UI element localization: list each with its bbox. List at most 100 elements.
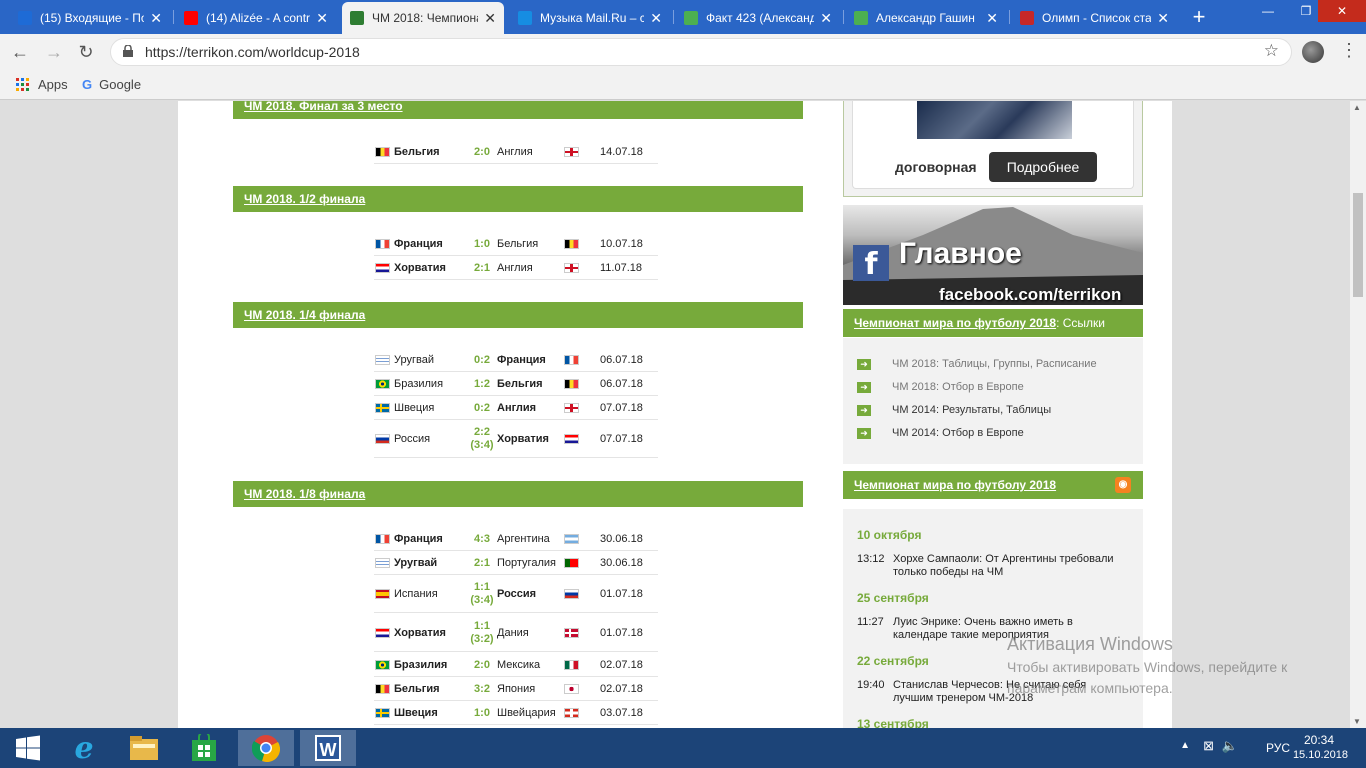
- team-away[interactable]: Россия: [497, 588, 536, 600]
- match-row[interactable]: Франция 4:3 Аргентина 30.06.18: [374, 527, 658, 551]
- match-score[interactable]: 1:0: [462, 238, 502, 251]
- team-away[interactable]: Хорватия: [497, 433, 549, 445]
- sidebar-link[interactable]: ➜ ЧМ 2018: Таблицы, Группы, Расписание: [857, 358, 1097, 370]
- taskbar-store[interactable]: [176, 730, 232, 766]
- section-header[interactable]: ЧМ 2018. 1/4 финала: [233, 302, 803, 328]
- match-score[interactable]: 3:2: [462, 683, 502, 696]
- section-header[interactable]: ЧМ 2018. 1/2 финала: [233, 186, 803, 212]
- volume-icon[interactable]: 🔈: [1222, 738, 1238, 754]
- section-header[interactable]: ЧМ 2018. Финал за 3 место: [233, 101, 803, 119]
- new-tab-button[interactable]: +: [1188, 4, 1210, 30]
- team-away[interactable]: Швейцария: [497, 707, 556, 719]
- match-score[interactable]: 2:1: [462, 557, 502, 570]
- match-score[interactable]: 1:1 (3:2): [462, 620, 502, 646]
- tray-arrow-icon[interactable]: ▲: [1180, 740, 1190, 751]
- match-row[interactable]: Швеция 0:2 Англия 07.07.18: [374, 396, 658, 420]
- tab-3[interactable]: ЧМ 2018: Чемпионат мира ✕: [342, 2, 504, 34]
- match-row[interactable]: Россия 2:2 (3:4) Хорватия 07.07.18: [374, 420, 658, 458]
- match-score[interactable]: 2:2 (3:4): [462, 426, 502, 452]
- match-row[interactable]: Швеция 1:0 Швейцария 03.07.18: [374, 701, 658, 725]
- team-home[interactable]: Бразилия: [394, 659, 447, 671]
- match-score[interactable]: 1:0: [462, 707, 502, 720]
- tab-close-icon[interactable]: ✕: [986, 10, 998, 27]
- forward-button[interactable]: →: [42, 40, 66, 64]
- team-home[interactable]: Бельгия: [394, 683, 440, 695]
- match-row[interactable]: Франция 1:0 Бельгия 10.07.18: [374, 232, 658, 256]
- taskbar-explorer[interactable]: [116, 730, 172, 766]
- match-row[interactable]: Бразилия 2:0 Мексика 02.07.18: [374, 653, 658, 677]
- team-away[interactable]: Франция: [497, 354, 546, 366]
- team-away[interactable]: Бельгия: [497, 378, 543, 390]
- match-row[interactable]: Бразилия 1:2 Бельгия 06.07.18: [374, 372, 658, 396]
- tab-close-icon[interactable]: ✕: [1157, 10, 1169, 27]
- clock-time[interactable]: 20:34: [1304, 733, 1334, 747]
- match-score[interactable]: 2:0: [462, 146, 502, 159]
- match-score[interactable]: 2:1: [462, 262, 502, 275]
- tab-close-icon[interactable]: ✕: [316, 10, 328, 27]
- match-score[interactable]: 4:3: [462, 533, 502, 546]
- team-away[interactable]: Бельгия: [497, 238, 538, 250]
- news-headline[interactable]: Хорхе Сампаоли: От Аргентины требовали т…: [893, 553, 1123, 579]
- match-score[interactable]: 0:2: [462, 354, 502, 367]
- sidebar-link[interactable]: ➜ ЧМ 2018: Отбор в Европе: [857, 381, 1024, 393]
- match-row[interactable]: Хорватия 2:1 Англия 11.07.18: [374, 256, 658, 280]
- language-indicator[interactable]: РУС: [1266, 741, 1290, 755]
- match-score[interactable]: 2:0: [462, 659, 502, 672]
- scrollbar-thumb[interactable]: [1353, 193, 1363, 297]
- match-score[interactable]: 1:2: [462, 378, 502, 391]
- team-away[interactable]: Англия: [497, 262, 533, 274]
- scroll-down-icon[interactable]: ▼: [1353, 717, 1361, 726]
- address-bar[interactable]: https://terrikon.com/worldcup-2018 ☆: [110, 38, 1292, 66]
- team-home[interactable]: Франция: [394, 533, 443, 545]
- bookmark-apps[interactable]: Apps: [16, 77, 68, 92]
- team-away[interactable]: Мексика: [497, 659, 540, 671]
- tab-close-icon[interactable]: ✕: [484, 10, 496, 27]
- match-row[interactable]: Бельгия 3:2 Япония 02.07.18: [374, 677, 658, 701]
- team-home[interactable]: Франция: [394, 238, 443, 250]
- section-header[interactable]: ЧМ 2018. 1/8 финала: [233, 481, 803, 507]
- match-row[interactable]: Испания 1:1 (3:4) Россия 01.07.18: [374, 575, 658, 613]
- team-home[interactable]: Бразилия: [394, 378, 443, 390]
- team-away[interactable]: Англия: [497, 146, 533, 158]
- bookmark-star-icon[interactable]: ☆: [1264, 41, 1279, 61]
- tab-7[interactable]: Олимп - Список статей ✕: [1012, 2, 1177, 34]
- team-home[interactable]: Швеция: [394, 402, 434, 414]
- taskbar-ie[interactable]: e: [56, 730, 112, 766]
- more-button[interactable]: Подробнее: [989, 152, 1097, 182]
- back-button[interactable]: ←: [8, 40, 32, 64]
- tab-2[interactable]: (14) Alizée - A contre-courant ✕: [176, 2, 336, 34]
- bookmark-google[interactable]: G Google: [82, 77, 141, 92]
- team-home[interactable]: Испания: [394, 588, 438, 600]
- tab-1[interactable]: (15) Входящие - Почта ✕: [10, 2, 170, 34]
- match-score[interactable]: 0:2: [462, 402, 502, 415]
- sidebar-link[interactable]: ➜ ЧМ 2014: Результаты, Таблицы: [857, 404, 1051, 416]
- facebook-banner[interactable]: f Главное facebook.com/terrikon: [843, 205, 1143, 305]
- team-home[interactable]: Хорватия: [394, 627, 446, 639]
- team-home[interactable]: Уругвай: [394, 354, 434, 366]
- close-window-button[interactable]: ✕: [1318, 0, 1366, 22]
- taskbar-word[interactable]: W: [300, 730, 356, 766]
- scroll-up-icon[interactable]: ▲: [1353, 103, 1361, 112]
- rss-icon[interactable]: ◉: [1115, 477, 1131, 493]
- scrollbar[interactable]: ▲ ▼: [1350, 101, 1366, 728]
- links-header-link[interactable]: Чемпионат мира по футболу 2018: [854, 316, 1056, 330]
- match-row[interactable]: Хорватия 1:1 (3:2) Дания 01.07.18: [374, 614, 658, 652]
- match-row[interactable]: Уругвай 2:1 Португалия 30.06.18: [374, 551, 658, 575]
- menu-kebab-icon[interactable]: ⋮: [1340, 40, 1358, 61]
- team-home[interactable]: Россия: [394, 433, 430, 445]
- clock-date[interactable]: 15.10.2018: [1293, 749, 1348, 761]
- team-home[interactable]: Швеция: [394, 707, 438, 719]
- minimize-button[interactable]: —: [1250, 0, 1286, 22]
- tab-close-icon[interactable]: ✕: [150, 10, 162, 27]
- network-icon[interactable]: ⊠: [1203, 738, 1214, 754]
- team-away[interactable]: Португалия: [497, 557, 556, 569]
- match-score[interactable]: 1:1 (3:4): [462, 581, 502, 607]
- team-home[interactable]: Хорватия: [394, 262, 446, 274]
- news-header-link[interactable]: Чемпионат мира по футболу 2018: [854, 478, 1056, 492]
- reload-button[interactable]: ↻: [74, 40, 98, 64]
- match-row[interactable]: Бельгия 2:0 Англия 14.07.18: [374, 140, 658, 164]
- team-away[interactable]: Япония: [497, 683, 535, 695]
- team-away[interactable]: Дания: [497, 627, 529, 639]
- profile-avatar[interactable]: [1302, 41, 1324, 63]
- sidebar-link[interactable]: ➜ ЧМ 2014: Отбор в Европе: [857, 427, 1024, 439]
